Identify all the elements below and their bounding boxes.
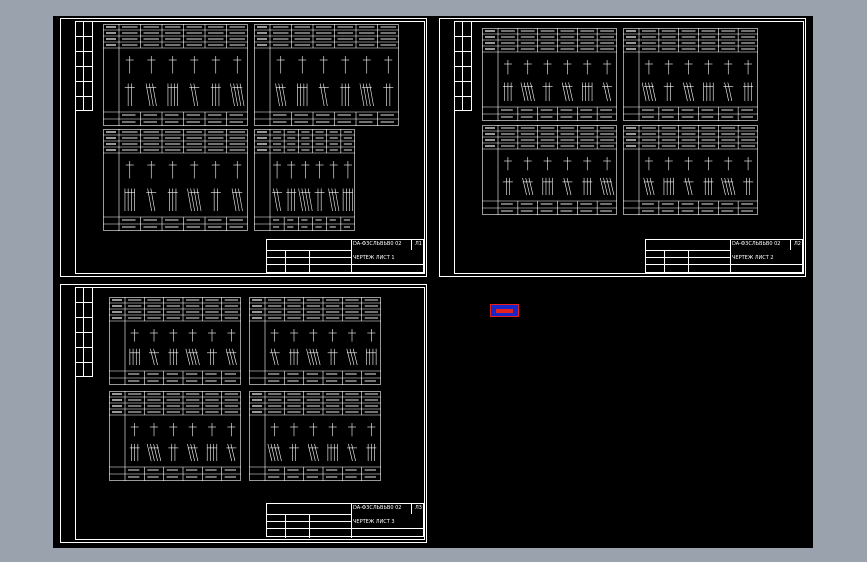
sheet-2-title: ЧЕРТЕЖ ЛИСТ 2 — [732, 255, 774, 261]
sheet-1-table-b — [254, 24, 399, 126]
table-drawing — [249, 391, 381, 481]
table-drawing — [103, 24, 248, 126]
sheet-2-table-c — [482, 125, 617, 215]
table-drawing — [623, 28, 758, 121]
cad-model-space[interactable]: DA-Ф3СЛЬВЬВ0 02 Л1 ЧЕРТЕЖ ЛИСТ 1 DA-Ф3СЛ… — [53, 16, 813, 548]
sheet-1-drawing-number: DA-Ф3СЛЬВЬВ0 02 — [353, 241, 402, 247]
sheet-2-title-block: DA-Ф3СЛЬВЬВ0 02 Л2 ЧЕРТЕЖ ЛИСТ 2 — [645, 239, 804, 274]
drawing-sheet-1[interactable]: DA-Ф3СЛЬВЬВ0 02 Л1 ЧЕРТЕЖ ЛИСТ 1 — [60, 18, 427, 277]
sheet-3-table-b — [249, 297, 381, 385]
revision-strip — [75, 21, 93, 111]
sheet-1-table-d — [254, 129, 355, 231]
sheet-3-title: ЧЕРТЕЖ ЛИСТ 3 — [353, 519, 395, 525]
sheet-3-table-a — [109, 297, 241, 385]
drawing-sheet-2[interactable]: DA-Ф3СЛЬВЬВ0 02 Л2 ЧЕРТЕЖ ЛИСТ 2 — [439, 18, 806, 277]
table-drawing — [103, 129, 248, 231]
sheet-3-table-c — [109, 391, 241, 481]
sheet-3-table-d — [249, 391, 381, 481]
sheet-3-drawing-number: DA-Ф3СЛЬВЬВ0 02 — [353, 505, 402, 511]
sheet-1-title-block: DA-Ф3СЛЬВЬВ0 02 Л1 ЧЕРТЕЖ ЛИСТ 1 — [266, 239, 425, 274]
table-drawing — [482, 28, 617, 121]
sheet-2-sheet-label: Л2 — [794, 241, 801, 247]
sheet-1-table-c — [103, 129, 248, 231]
sheet-2-table-b — [623, 28, 758, 121]
table-drawing — [254, 129, 355, 231]
table-drawing — [254, 24, 399, 126]
drawing-sheet-3[interactable]: DA-Ф3СЛЬВЬВ0 02 Л3 ЧЕРТЕЖ ЛИСТ 3 — [60, 284, 427, 543]
sheet-3-sheet-label: Л3 — [415, 505, 422, 511]
table-drawing — [249, 297, 381, 385]
revision-strip — [454, 21, 472, 111]
sheet-2-table-d — [623, 125, 758, 215]
table-drawing — [623, 125, 758, 215]
table-drawing — [109, 297, 241, 385]
sheet-2-table-a — [482, 28, 617, 121]
table-drawing — [109, 391, 241, 481]
sheet-3-title-block: DA-Ф3СЛЬВЬВ0 02 Л3 ЧЕРТЕЖ ЛИСТ 3 — [266, 503, 425, 538]
sheet-1-sheet-label: Л1 — [415, 241, 422, 247]
selected-object-marker[interactable] — [490, 304, 519, 317]
sheet-1-table-a — [103, 24, 248, 126]
table-drawing — [482, 125, 617, 215]
revision-strip — [75, 287, 93, 377]
sheet-2-drawing-number: DA-Ф3СЛЬВЬВ0 02 — [732, 241, 781, 247]
sheet-1-title: ЧЕРТЕЖ ЛИСТ 1 — [353, 255, 395, 261]
